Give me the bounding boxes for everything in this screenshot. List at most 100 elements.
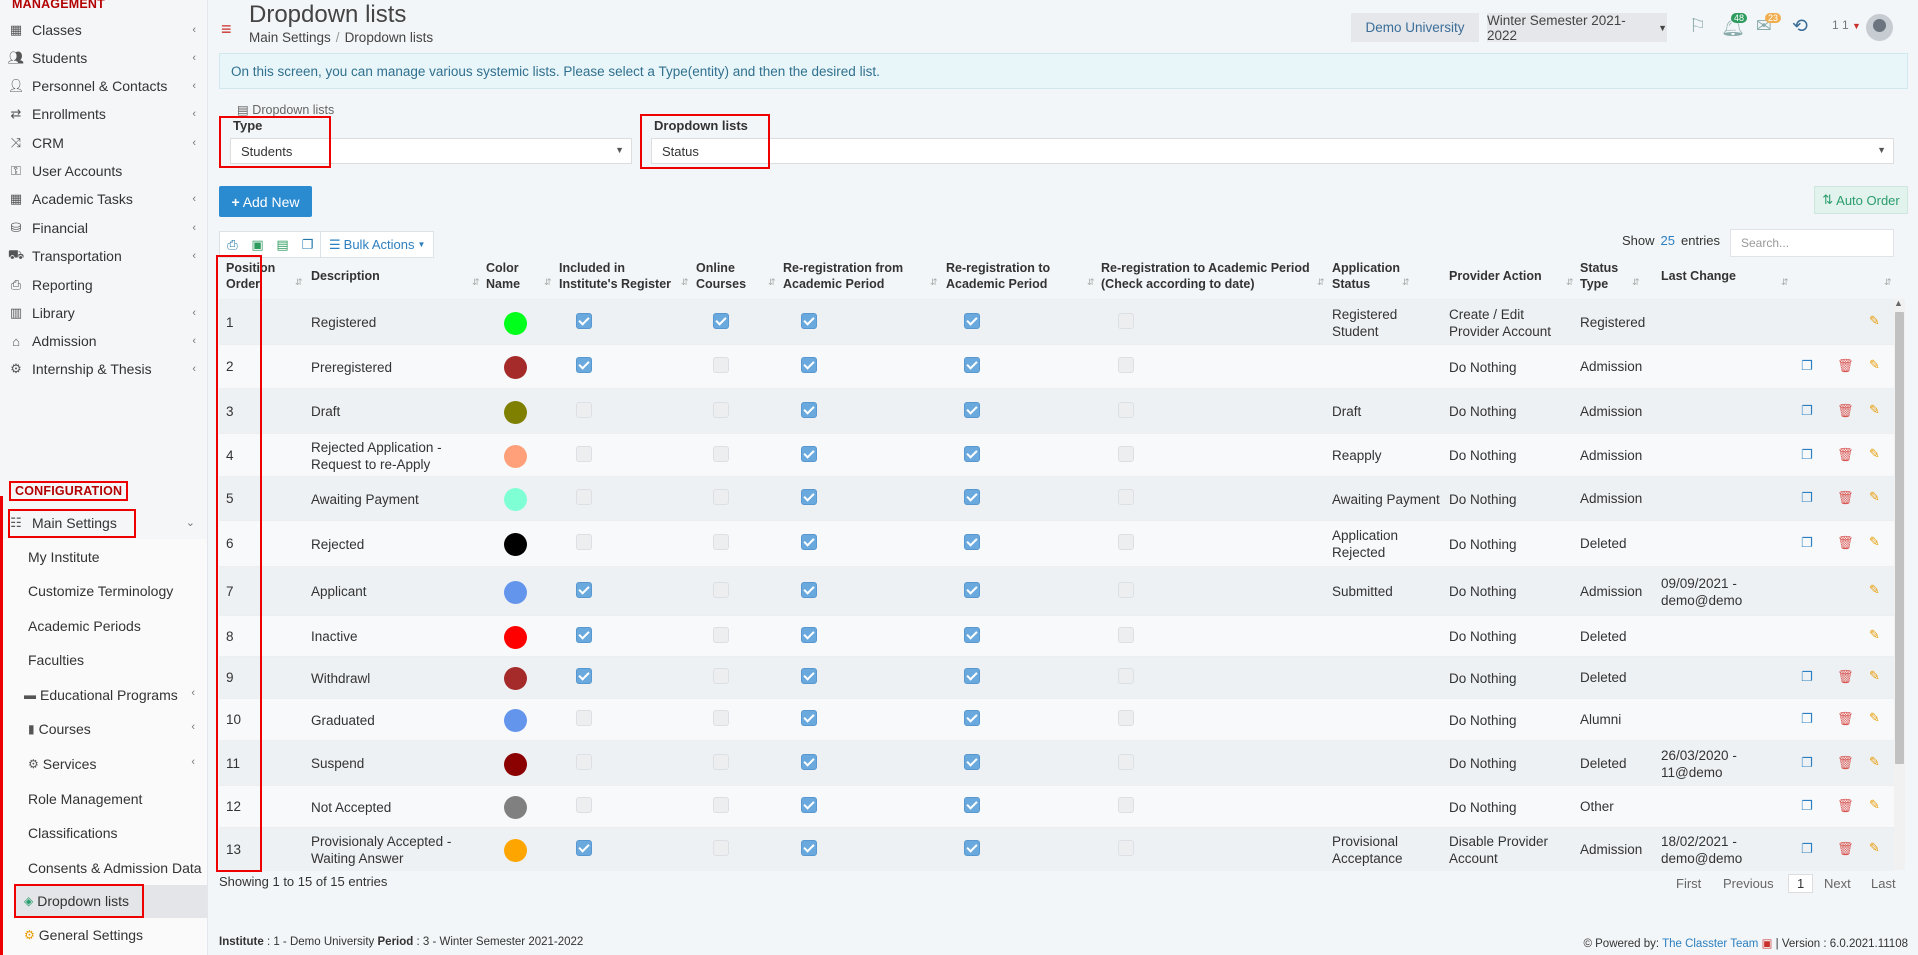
copy-icon[interactable]: ❐ xyxy=(1801,490,1813,506)
copy-icon[interactable]: ❐ xyxy=(1801,403,1813,419)
print-icon[interactable]: ⎙ xyxy=(220,237,245,253)
rereg-from-checkbox[interactable] xyxy=(801,312,817,329)
included-checkbox[interactable] xyxy=(576,626,592,643)
add-new-button[interactable]: + Add New xyxy=(219,186,312,217)
pager-page-1[interactable]: 1 xyxy=(1788,874,1814,893)
edit-icon[interactable]: ✎ xyxy=(1869,797,1880,813)
edit-icon[interactable]: ✎ xyxy=(1869,313,1880,329)
rereg-from-checkbox[interactable] xyxy=(801,534,817,550)
semester-select[interactable]: Winter Semester 2021-2022 ▼ xyxy=(1487,13,1667,43)
rereg-to-checkbox[interactable] xyxy=(964,312,980,329)
sidebar-subitem-services[interactable]: ⚙ Services xyxy=(28,747,96,781)
university-button[interactable]: Demo University xyxy=(1351,13,1479,42)
edit-icon[interactable]: ✎ xyxy=(1869,627,1880,643)
sidebar-subitem-classifications[interactable]: Classifications xyxy=(28,816,117,850)
copy-icon[interactable]: ❐ xyxy=(295,237,320,253)
table-scrollbar-thumb[interactable] xyxy=(1895,312,1904,764)
copy-icon[interactable]: ❐ xyxy=(1801,798,1813,814)
rereg-from-checkbox[interactable] xyxy=(801,840,817,856)
rereg-from-checkbox[interactable] xyxy=(801,797,817,813)
hamburger-menu-icon[interactable]: ≡ xyxy=(221,19,232,40)
rereg-to-checkbox[interactable] xyxy=(964,668,980,684)
rereg-to-checkbox[interactable] xyxy=(964,445,980,462)
col-description[interactable]: Description xyxy=(311,268,380,284)
col-online[interactable]: Online Courses xyxy=(696,260,746,292)
online-checkbox[interactable] xyxy=(713,445,729,462)
included-checkbox[interactable] xyxy=(576,357,592,373)
edit-icon[interactable]: ✎ xyxy=(1869,710,1880,726)
flag-icon[interactable]: ⚐ xyxy=(1689,15,1706,38)
copy-icon[interactable]: ❐ xyxy=(1801,669,1813,685)
included-checkbox[interactable] xyxy=(576,753,592,770)
auto-order-button[interactable]: ⇅ Auto Order xyxy=(1814,186,1908,214)
included-checkbox[interactable] xyxy=(576,445,592,462)
csv-icon[interactable]: ▤ xyxy=(270,237,295,253)
rereg-to-checkbox[interactable] xyxy=(964,710,980,726)
sidebar-subitem-role-management[interactable]: Role Management xyxy=(28,782,142,816)
breadcrumb-main-settings[interactable]: Main Settings xyxy=(249,30,331,45)
online-checkbox[interactable] xyxy=(713,489,729,505)
rereg-check-checkbox[interactable] xyxy=(1118,445,1134,462)
sidebar-subitem-courses[interactable]: ▮ Courses xyxy=(28,712,91,746)
trash-icon[interactable]: 🗑︎ xyxy=(1837,403,1854,419)
rereg-to-checkbox[interactable] xyxy=(964,840,980,856)
rereg-from-checkbox[interactable] xyxy=(801,668,817,684)
online-checkbox[interactable] xyxy=(713,581,729,598)
edit-icon[interactable]: ✎ xyxy=(1869,446,1880,462)
included-checkbox[interactable] xyxy=(576,668,592,684)
rereg-check-checkbox[interactable] xyxy=(1118,710,1134,726)
copy-icon[interactable]: ❐ xyxy=(1801,447,1813,463)
rereg-to-checkbox[interactable] xyxy=(964,489,980,505)
layers-icon[interactable]: ⟲ xyxy=(1792,15,1808,38)
col-color[interactable]: Color Name xyxy=(486,260,520,292)
rereg-check-checkbox[interactable] xyxy=(1118,626,1134,643)
online-checkbox[interactable] xyxy=(713,710,729,726)
edit-icon[interactable]: ✎ xyxy=(1869,402,1880,418)
col-provider[interactable]: Provider Action xyxy=(1449,268,1542,284)
edit-icon[interactable]: ✎ xyxy=(1869,840,1880,856)
edit-icon[interactable]: ✎ xyxy=(1869,754,1880,770)
trash-icon[interactable]: 🗑︎ xyxy=(1837,535,1854,551)
rereg-to-checkbox[interactable] xyxy=(964,753,980,770)
rereg-from-checkbox[interactable] xyxy=(801,489,817,505)
edit-icon[interactable]: ✎ xyxy=(1869,489,1880,505)
rereg-check-checkbox[interactable] xyxy=(1118,753,1134,770)
sidebar-subitem-academic-periods[interactable]: Academic Periods xyxy=(28,609,141,643)
rereg-from-checkbox[interactable] xyxy=(801,626,817,643)
rereg-check-checkbox[interactable] xyxy=(1118,312,1134,329)
excel-icon[interactable]: ▣ xyxy=(245,237,270,253)
online-checkbox[interactable] xyxy=(713,534,729,550)
rereg-check-checkbox[interactable] xyxy=(1118,357,1134,373)
pager-first[interactable]: First xyxy=(1676,876,1701,891)
copy-icon[interactable]: ❐ xyxy=(1801,535,1813,551)
scroll-up-icon[interactable]: ▲ xyxy=(1894,298,1903,308)
online-checkbox[interactable] xyxy=(713,753,729,770)
sidebar-subitem-general-settings[interactable]: ⚙ General Settings xyxy=(24,918,143,952)
rereg-to-checkbox[interactable] xyxy=(964,357,980,373)
online-checkbox[interactable] xyxy=(713,840,729,856)
col-rereg-to[interactable]: Re-registration to Academic Period xyxy=(946,260,1050,292)
trash-icon[interactable]: 🗑︎ xyxy=(1837,490,1854,506)
sidebar-subitem-consents-and-admission-data[interactable]: Consents & Admission Data xyxy=(28,851,202,885)
rereg-check-checkbox[interactable] xyxy=(1118,534,1134,550)
search-input[interactable]: Search... xyxy=(1730,229,1894,257)
copy-icon[interactable]: ❐ xyxy=(1801,755,1813,771)
rereg-check-checkbox[interactable] xyxy=(1118,401,1134,418)
trash-icon[interactable]: 🗑︎ xyxy=(1837,669,1854,685)
trash-icon[interactable]: 🗑︎ xyxy=(1837,447,1854,463)
rereg-from-checkbox[interactable] xyxy=(801,753,817,770)
rereg-from-checkbox[interactable] xyxy=(801,401,817,418)
included-checkbox[interactable] xyxy=(576,312,592,329)
trash-icon[interactable]: 🗑︎ xyxy=(1837,841,1854,857)
copy-icon[interactable]: ❐ xyxy=(1801,711,1813,727)
edit-icon[interactable]: ✎ xyxy=(1869,534,1880,550)
col-rereg-check[interactable]: Re-registration to Academic Period (Check… xyxy=(1101,260,1310,292)
included-checkbox[interactable] xyxy=(576,534,592,550)
included-checkbox[interactable] xyxy=(576,489,592,505)
col-status-type[interactable]: Status Type xyxy=(1580,260,1618,292)
copy-icon[interactable]: ❐ xyxy=(1801,358,1813,374)
included-checkbox[interactable] xyxy=(576,581,592,598)
online-checkbox[interactable] xyxy=(713,357,729,373)
included-checkbox[interactable] xyxy=(576,710,592,726)
pager-last[interactable]: Last xyxy=(1871,876,1896,891)
